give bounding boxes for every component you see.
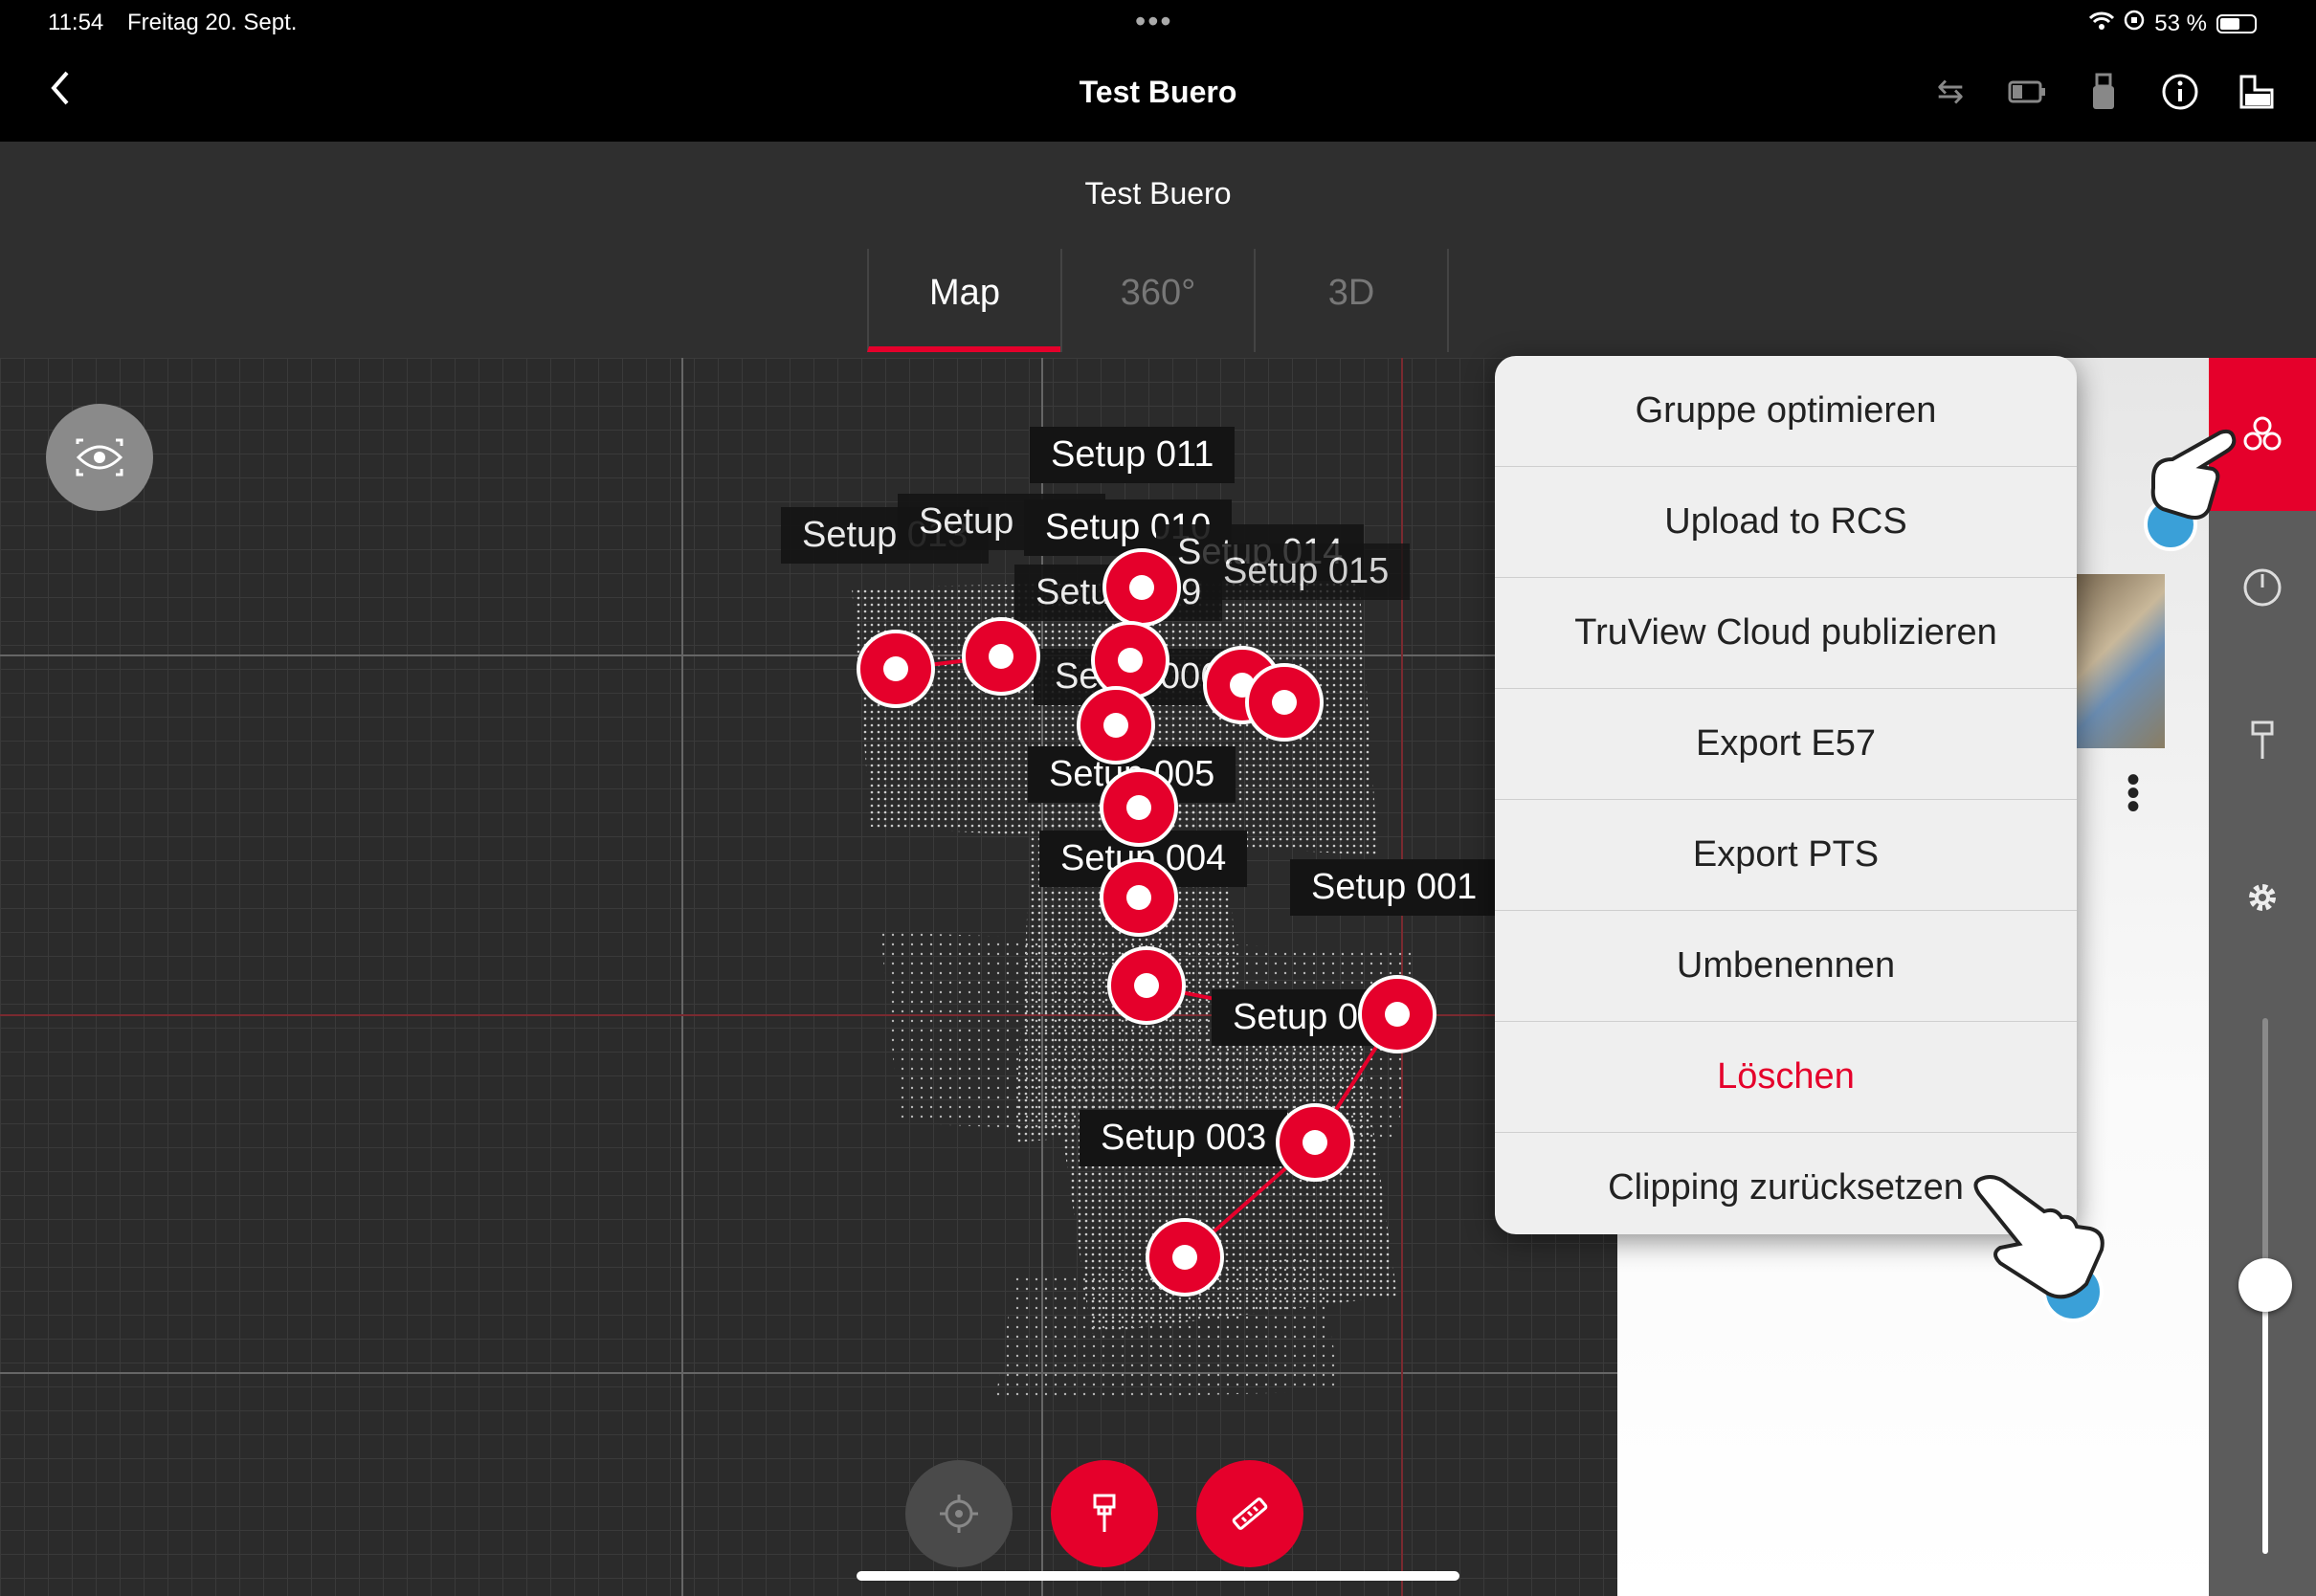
battery-percent: 53 % (2154, 10, 2207, 36)
setup-label[interactable]: Setup 001 (1290, 859, 1499, 916)
gear-icon (2249, 884, 2276, 911)
wifi-icon (2089, 11, 2115, 37)
map-canvas[interactable]: Setup 011 Setup 013 Setup 012 Setup 010 … (0, 358, 1617, 1596)
menu-item-export-pts[interactable]: Export PTS (1495, 800, 2077, 911)
status-time: 11:54 (48, 10, 104, 35)
menu-item-truview-publish[interactable]: TruView Cloud publizieren (1495, 578, 2077, 689)
setup-marker[interactable] (1102, 548, 1181, 627)
setup-label[interactable]: Setup 015 (1202, 543, 1411, 600)
eye-icon (76, 438, 123, 477)
menu-item-rename[interactable]: Umbenennen (1495, 911, 2077, 1022)
info-icon[interactable] (2161, 71, 2199, 113)
swap-icon[interactable]: ⇆ (1931, 71, 1970, 113)
setup-marker[interactable] (1077, 686, 1155, 765)
zoom-slider-fill (2262, 1284, 2268, 1554)
setup-marker[interactable] (1358, 975, 1436, 1053)
setup-marker[interactable] (1100, 858, 1178, 937)
pin-icon (2251, 720, 2274, 759)
tutorial-hand-icon (2144, 429, 2237, 551)
settings-button[interactable] (2209, 859, 2316, 936)
zoom-slider-thumb[interactable] (2238, 1258, 2292, 1312)
compass-button[interactable] (2209, 549, 2316, 626)
status-bar: 11:54 Freitag 20. Sept. ••• 53 % (0, 0, 2316, 48)
orientation-lock-icon (2124, 10, 2145, 37)
setup-label[interactable]: Setup 003 (1080, 1110, 1288, 1166)
locate-icon (940, 1495, 978, 1533)
menu-item-export-e57[interactable]: Export E57 (1495, 689, 2077, 800)
measure-icon (1232, 1497, 1268, 1530)
setup-thumbnail[interactable] (2077, 574, 2165, 748)
setup-label[interactable]: Setup 011 (1030, 427, 1236, 483)
layout-icon[interactable] (2238, 71, 2276, 113)
battery-device-icon[interactable] (2008, 71, 2046, 113)
menu-item-delete[interactable]: Löschen (1495, 1022, 2077, 1133)
tab-360[interactable]: 360° (1060, 249, 1254, 352)
view-header: Test Buero Map 360° 3D (0, 142, 2316, 358)
pin-button[interactable] (1051, 1460, 1158, 1567)
project-subtitle: Test Buero (1084, 176, 1232, 211)
setup-marker[interactable] (1107, 946, 1186, 1025)
tab-map[interactable]: Map (867, 249, 1060, 352)
setup-marker[interactable] (962, 617, 1040, 696)
home-indicator (857, 1571, 1459, 1581)
measure-button[interactable] (1196, 1460, 1303, 1567)
more-options-icon[interactable]: • • • (2127, 761, 2140, 826)
usb-device-icon[interactable] (2084, 71, 2123, 113)
setup-marker[interactable] (1100, 768, 1178, 847)
setup-marker[interactable] (1276, 1103, 1354, 1182)
pin-icon (1093, 1494, 1116, 1532)
context-menu: Gruppe optimieren Upload to RCS TruView … (1495, 356, 2077, 1234)
menu-item-upload-rcs[interactable]: Upload to RCS (1495, 467, 2077, 578)
compass-icon (2243, 568, 2282, 607)
setup-marker[interactable] (1146, 1218, 1224, 1297)
pin-tool-button[interactable] (2209, 702, 2316, 779)
battery-icon (2216, 13, 2257, 33)
setup-marker[interactable] (857, 630, 935, 708)
tutorial-hand-icon (1973, 1175, 2104, 1322)
tab-3d[interactable]: 3D (1254, 249, 1449, 352)
status-date: Freitag 20. Sept. (127, 10, 298, 35)
menu-item-optimize-group[interactable]: Gruppe optimieren (1495, 356, 2077, 467)
setup-marker[interactable] (1245, 663, 1324, 742)
locate-button[interactable] (905, 1460, 1013, 1567)
visibility-toggle-button[interactable] (46, 404, 153, 511)
view-tabs: Map 360° 3D (867, 249, 1449, 352)
navigation-bar: Test Buero ⇆ (0, 48, 2316, 142)
multitask-dots-icon[interactable]: ••• (1135, 4, 1173, 39)
